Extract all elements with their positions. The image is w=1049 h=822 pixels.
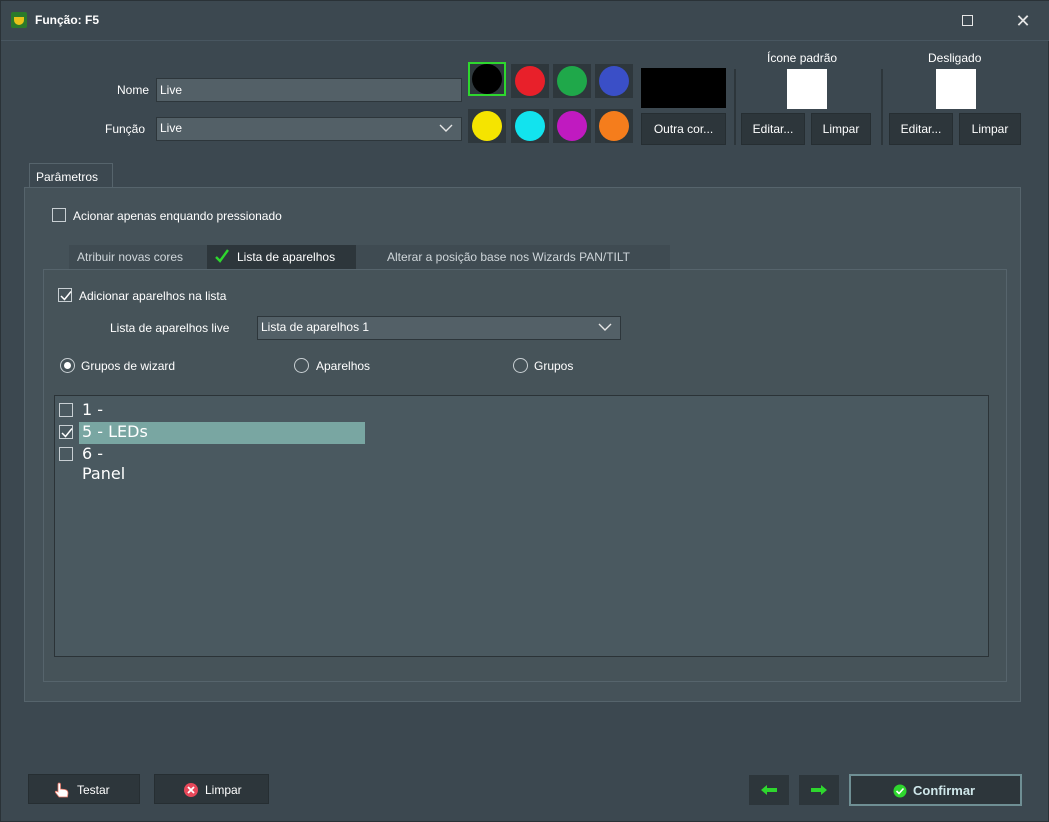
default-icon-label: Ícone padrão (767, 51, 838, 65)
chevron-down-icon (439, 124, 453, 132)
color-dot (472, 111, 502, 141)
name-input[interactable] (156, 78, 462, 102)
default-icon-preview[interactable] (787, 69, 827, 109)
tab-assign-colors[interactable]: Atribuir novas cores (69, 245, 207, 269)
tab-assign-colors-label: Atribuir novas cores (77, 250, 184, 264)
color-swatch-orange[interactable] (595, 109, 633, 143)
color-preview (641, 68, 726, 108)
clear-button[interactable]: Limpar (154, 774, 269, 804)
add-devices-checkbox[interactable] (58, 288, 72, 302)
off-icon-preview[interactable] (936, 69, 976, 109)
window-title: Função: F5 (35, 13, 100, 27)
divider (734, 69, 736, 145)
function-select[interactable]: Live (156, 117, 462, 141)
confirm-button[interactable]: Confirmar (849, 774, 1022, 806)
default-icon-clear-button[interactable]: Limpar (811, 113, 871, 145)
default-icon-edit-button[interactable]: Editar... (741, 113, 805, 145)
color-dot (472, 64, 502, 94)
color-dot (557, 66, 587, 96)
close-button[interactable]: ✕ (1009, 9, 1037, 33)
clear-x-icon (184, 783, 198, 797)
name-label: Nome (117, 83, 150, 97)
divider (881, 69, 883, 145)
color-swatch-green[interactable] (553, 64, 591, 98)
color-dot (515, 111, 545, 141)
tab-base-position-label: Alterar a posição base nos Wizards PAN/T… (387, 250, 630, 264)
check-icon (61, 428, 73, 438)
check-circle-icon (893, 784, 907, 798)
color-dot (599, 66, 629, 96)
press-only-label: Acionar apenas enquando pressionado (73, 209, 282, 223)
title-bar: Função: F5 ✕ (1, 1, 1049, 41)
next-button[interactable] (799, 775, 839, 805)
list-item-checkbox[interactable] (59, 447, 73, 461)
live-list-label: Lista de aparelhos live (110, 321, 230, 335)
function-select-value: Live (160, 121, 183, 135)
off-icon-clear-button[interactable]: Limpar (959, 113, 1021, 145)
hand-pointer-icon (54, 782, 69, 798)
list-item-label: 6 - Panel (82, 444, 126, 483)
list-item-checkbox[interactable] (59, 403, 73, 417)
live-list-select[interactable]: Lista de aparelhos 1 (257, 316, 621, 340)
live-list-select-value: Lista de aparelhos 1 (261, 320, 370, 334)
tab-base-position[interactable]: Alterar a posição base nos Wizards PAN/T… (356, 245, 670, 269)
close-icon: ✕ (1015, 11, 1031, 31)
list-item-label: 5 - LEDs (79, 422, 365, 444)
color-swatch-black[interactable] (468, 62, 506, 96)
color-swatch-cyan[interactable] (511, 109, 549, 143)
dialog-window: Função: F5 ✕ Nome Função Live Outra cor.… (0, 0, 1049, 822)
press-only-checkbox[interactable] (52, 208, 66, 222)
other-color-button[interactable]: Outra cor... (641, 113, 726, 145)
radio-wizard-groups[interactable] (60, 358, 75, 373)
color-swatch-yellow[interactable] (468, 109, 506, 143)
function-label: Função (105, 122, 146, 136)
radio-devices[interactable] (294, 358, 309, 373)
tab-device-list-label: Lista de aparelhos (237, 250, 336, 264)
clear-button-label: Limpar (205, 783, 242, 797)
app-logo-icon (11, 12, 27, 28)
confirm-button-label: Confirmar (913, 783, 976, 798)
radio-wizard-groups-label: Grupos de wizard (81, 359, 176, 373)
off-icon-edit-button[interactable]: Editar... (889, 113, 953, 145)
radio-devices-label: Aparelhos (316, 359, 371, 373)
previous-button[interactable] (749, 775, 789, 805)
color-swatch-red[interactable] (511, 64, 549, 98)
radio-groups-label: Grupos (534, 359, 574, 373)
maximize-button[interactable] (953, 9, 981, 33)
chevron-down-icon (598, 323, 612, 331)
color-dot (557, 111, 587, 141)
list-item-label: 1 - Movings (82, 400, 148, 439)
color-swatch-blue[interactable] (595, 64, 633, 98)
add-devices-label: Adicionar aparelhos na lista (79, 289, 227, 303)
color-dot (599, 111, 629, 141)
checkmark-icon (215, 249, 229, 263)
radio-groups[interactable] (513, 358, 528, 373)
group-list[interactable]: 1 - Movings 5 - LEDs 6 - Panel (54, 395, 989, 657)
off-icon-label: Desligado (928, 51, 982, 65)
maximize-icon (961, 15, 973, 27)
test-button-label: Testar (77, 783, 110, 797)
check-icon (60, 291, 72, 301)
arrow-right-icon (811, 785, 827, 795)
tab-device-list[interactable]: Lista de aparelhos (207, 245, 356, 269)
arrow-left-icon (761, 785, 777, 795)
list-item-checkbox[interactable] (59, 425, 73, 439)
test-button[interactable]: Testar (28, 774, 140, 804)
tab-parameters[interactable]: Parâmetros (29, 163, 113, 187)
color-swatch-magenta[interactable] (553, 109, 591, 143)
color-dot (515, 66, 545, 96)
